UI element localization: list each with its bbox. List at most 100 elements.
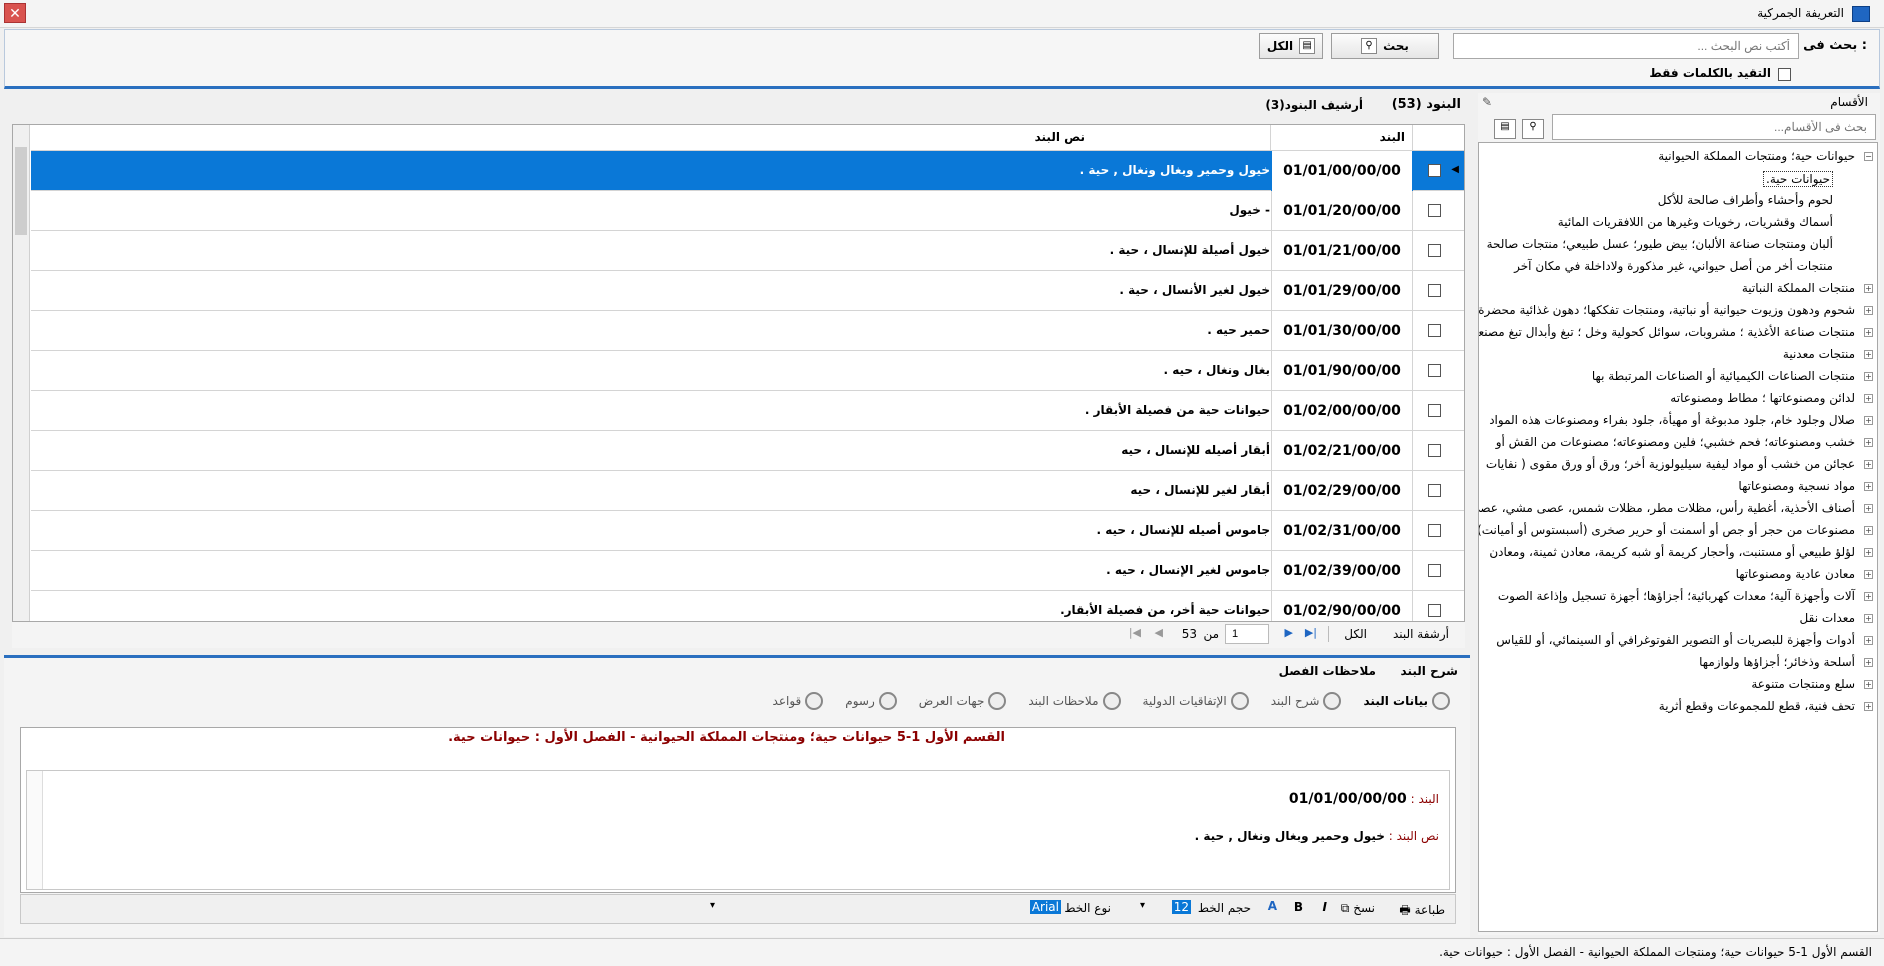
tree-item[interactable]: مصنوعات من حجر أو جص أو أسمنت أو حرير صخ… xyxy=(1479,523,1855,537)
table-row[interactable]: 01/01/30/00/00 حمير حيه . xyxy=(31,311,1464,351)
tree-item[interactable]: منتجات أخر من أصل حيواني، غير مذكورة ولا… xyxy=(1514,259,1833,273)
categories-clear-icon[interactable]: ▤ xyxy=(1494,119,1516,139)
tree-expander-icon[interactable]: + xyxy=(1864,372,1873,381)
table-row[interactable]: 01/01/00/00/00 خيول وحمير وبغال ونغال , ح… xyxy=(31,151,1464,191)
tree-item[interactable]: لحوم وأحشاء وأطراف صالحة للأكل xyxy=(1658,193,1833,207)
tree-item[interactable]: معادن عادية ومصنوعاتها xyxy=(1736,567,1855,581)
close-button[interactable]: ✕ xyxy=(4,3,26,23)
tree-expander-icon[interactable]: + xyxy=(1864,658,1873,667)
row-checkbox[interactable] xyxy=(1428,404,1441,417)
table-row[interactable]: 01/02/00/00/00 حيوانات حية من فصيلة الأبق… xyxy=(31,391,1464,431)
tree-item[interactable]: أسلحة وذخائر؛ أجزاؤها ولوازمها xyxy=(1699,655,1855,669)
tree-expander-icon[interactable]: + xyxy=(1864,438,1873,447)
font-name-dropdown-icon[interactable]: ▾ xyxy=(710,900,715,911)
table-row[interactable]: 01/01/29/00/00 خيول لغير الأنسال ، حية . xyxy=(31,271,1464,311)
font-name-select[interactable]: Arial xyxy=(1029,900,1061,914)
row-checkbox[interactable] xyxy=(1428,244,1441,257)
categories-search-icon[interactable]: ⚲ xyxy=(1522,119,1544,139)
tree-expander-icon[interactable]: + xyxy=(1864,482,1873,491)
tree-expander-icon[interactable]: + xyxy=(1864,614,1873,623)
tab-archive[interactable]: أرشيف البنود(3) xyxy=(1265,98,1363,112)
tree-item[interactable]: خشب ومصنوعاته؛ فحم خشبي؛ فلين ومصنوعاته؛… xyxy=(1496,435,1855,449)
scroll-thumb[interactable] xyxy=(15,147,27,235)
tree-expander-icon[interactable]: + xyxy=(1864,548,1873,557)
tree-item[interactable]: آلات وأجهزة آلية؛ معدات كهربائية؛ أجزاؤه… xyxy=(1498,589,1855,603)
all-link[interactable]: الكل xyxy=(1344,627,1367,641)
tree-expander-icon[interactable]: + xyxy=(1864,526,1873,535)
all-button[interactable]: ▤ الكل xyxy=(1259,33,1323,59)
tree-expander-icon[interactable]: + xyxy=(1864,306,1873,315)
table-row[interactable]: 01/02/39/00/00 جاموس لغير الإنسال ، حيه . xyxy=(31,551,1464,591)
font-size-select[interactable]: 12 xyxy=(1171,900,1191,914)
tree-expander-icon[interactable]: + xyxy=(1864,284,1873,293)
row-checkbox[interactable] xyxy=(1428,204,1441,217)
pin-icon[interactable]: ✎ xyxy=(1482,95,1492,109)
subtab-1[interactable]: بيانات البند xyxy=(1363,692,1450,710)
tree-item[interactable]: أسماك وقشريات، رخويات وغيرها من اللافقري… xyxy=(1558,215,1833,229)
col-header-text[interactable]: نص البند xyxy=(1035,130,1085,144)
bold-button[interactable]: B xyxy=(1294,900,1303,914)
tree-item[interactable]: لؤلؤ طبيعي أو مستنبت، وأحجار كريمة أو شب… xyxy=(1489,545,1855,559)
tree-expander-icon[interactable]: + xyxy=(1864,328,1873,337)
tree-item[interactable]: معدات نقل xyxy=(1800,611,1855,625)
tree-expander-icon[interactable]: + xyxy=(1864,636,1873,645)
tab-items[interactable]: البنود (53) xyxy=(1392,97,1461,112)
prev-page-icon[interactable]: ◀ xyxy=(1155,626,1163,639)
row-checkbox[interactable] xyxy=(1428,364,1441,377)
grid-vertical-scrollbar[interactable] xyxy=(13,125,30,621)
row-checkbox[interactable] xyxy=(1428,164,1441,177)
tree-expander-icon[interactable]: + xyxy=(1864,504,1873,513)
subtab-2[interactable]: شرح البند xyxy=(1271,692,1342,710)
tree-expander-icon[interactable]: + xyxy=(1864,416,1873,425)
details-scrollbar[interactable] xyxy=(27,771,43,889)
tree-item[interactable]: ألبان ومنتجات صناعة الألبان؛ بيض طيور؛ ع… xyxy=(1487,237,1833,251)
subtab-5[interactable]: جهات العرض xyxy=(919,692,1007,710)
table-row[interactable]: 01/02/90/00/00 حيوانات حية أخر، من فصيلة … xyxy=(31,591,1464,621)
next-page-icon[interactable]: ▶ xyxy=(1285,626,1293,639)
last-page-icon[interactable]: ▶| xyxy=(1305,626,1317,639)
table-row[interactable]: 01/01/20/00/00- خيول xyxy=(31,191,1464,231)
tree-expander-icon[interactable]: + xyxy=(1864,592,1873,601)
tree-item[interactable]: منتجات معدنية xyxy=(1783,347,1855,361)
tree-expander-icon[interactable]: + xyxy=(1864,460,1873,469)
tree-item[interactable]: حيوانات حية. xyxy=(1763,171,1833,187)
search-input[interactable] xyxy=(1453,33,1799,59)
tree-item[interactable]: منتجات صناعة الأغذية ؛ مشروبات، سوائل كح… xyxy=(1479,325,1855,339)
subtab-6[interactable]: رسوم xyxy=(845,692,897,710)
print-button[interactable]: 🖶 طباعة xyxy=(1399,901,1445,922)
tree-item[interactable]: حيوانات حية؛ ومنتجات المملكة الحيوانية xyxy=(1658,149,1855,163)
row-checkbox[interactable] xyxy=(1428,604,1441,617)
tree-expander-icon[interactable]: + xyxy=(1864,570,1873,579)
tree-item[interactable]: عجائن من خشب أو مواد ليفية سيليولوزية أخ… xyxy=(1486,457,1855,471)
subtab-3[interactable]: الإتفاقيات الدولية xyxy=(1143,692,1249,710)
table-row[interactable]: 01/02/29/00/00 أبقار لغير للإنسال ، حيه xyxy=(31,471,1464,511)
categories-tree[interactable]: − حيوانات حية؛ ومنتجات المملكة الحيوانية ح… xyxy=(1478,142,1878,932)
tab-chapter-notes[interactable]: ملاحظات الفصل xyxy=(1279,664,1376,678)
tree-item[interactable]: منتجات المملكة النباتية xyxy=(1742,281,1855,295)
archive-link[interactable]: أرشفة البند xyxy=(1393,627,1449,641)
tree-item[interactable]: صلال وجلود خام، جلود مدبوغة أو مهيأة، جل… xyxy=(1489,413,1855,427)
table-row[interactable]: 01/02/21/00/00 أبقار أصيله للإنسال ، حيه xyxy=(31,431,1464,471)
exact-words-checkbox[interactable] xyxy=(1778,68,1791,81)
first-page-icon[interactable]: |◀ xyxy=(1129,626,1141,639)
tab-explain[interactable]: شرح البند xyxy=(1401,664,1458,678)
tree-item[interactable]: سلع ومنتجات متنوعة xyxy=(1751,677,1855,691)
tree-item[interactable]: أصناف الأحذية، أغطية رأس، مظلات مطر، مظل… xyxy=(1479,501,1855,515)
tree-expander-icon[interactable]: + xyxy=(1864,394,1873,403)
subtab-7[interactable]: قواعد xyxy=(773,692,824,710)
tree-item[interactable]: لدائن ومصنوعاتها ؛ مطاط ومصنوعاته xyxy=(1670,391,1855,405)
page-input[interactable] xyxy=(1225,624,1269,644)
tree-expander-icon[interactable]: − xyxy=(1864,152,1873,161)
row-checkbox[interactable] xyxy=(1428,444,1441,457)
table-row[interactable]: 01/02/31/00/00 جاموس أصيله للإنسال ، حيه … xyxy=(31,511,1464,551)
row-checkbox[interactable] xyxy=(1428,524,1441,537)
chevron-down-icon[interactable]: ▾ xyxy=(1140,900,1145,911)
tree-item[interactable]: مواد نسجية ومصنوعاتها xyxy=(1738,479,1855,493)
table-row[interactable]: 01/01/90/00/00 بغال ونغال ، حيه . xyxy=(31,351,1464,391)
tree-item[interactable]: منتجات الصناعات الكيميائية أو الصناعات ا… xyxy=(1592,369,1855,383)
search-button[interactable]: بحث ⚲ xyxy=(1331,33,1439,59)
table-row[interactable]: 01/01/21/00/00 خيول أصيلة للإنسال ، حية . xyxy=(31,231,1464,271)
row-checkbox[interactable] xyxy=(1428,484,1441,497)
tree-expander-icon[interactable]: + xyxy=(1864,702,1873,711)
row-checkbox[interactable] xyxy=(1428,284,1441,297)
